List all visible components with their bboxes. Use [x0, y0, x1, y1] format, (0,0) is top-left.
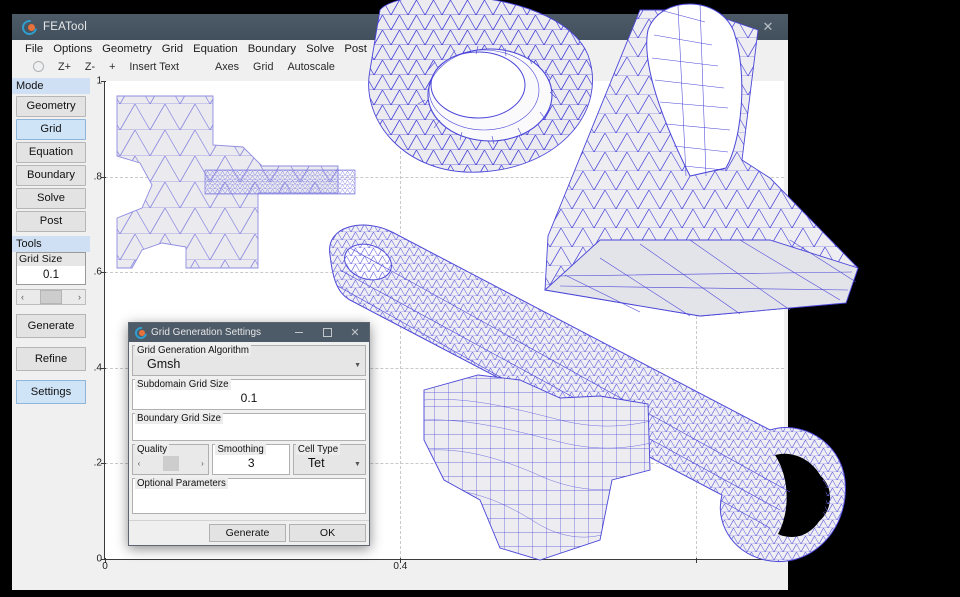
sidebar-tools-header: Tools: [12, 236, 90, 252]
smoothing-label: Smoothing: [215, 444, 266, 455]
x-tick-0: 0: [102, 561, 108, 572]
insert-text-button[interactable]: Insert Text: [122, 61, 186, 73]
sidebar-item-equation[interactable]: Equation: [16, 142, 86, 163]
rotate-icon[interactable]: [33, 61, 44, 72]
x-tick-04: 0.4: [393, 561, 408, 572]
smoothing-field[interactable]: Smoothing 3: [212, 444, 290, 475]
minimize-icon[interactable]: [668, 14, 708, 40]
sidebar-item-boundary[interactable]: Boundary: [16, 165, 86, 186]
cell-type-label: Cell Type: [295, 444, 341, 455]
chevron-down-icon[interactable]: ▼: [354, 362, 361, 369]
zoom-out-button[interactable]: Z-: [78, 61, 102, 73]
slider-thumb[interactable]: [40, 290, 62, 304]
slider-right-arrow-icon[interactable]: ›: [74, 292, 85, 302]
menu-item-boundary[interactable]: Boundary: [243, 43, 301, 55]
algorithm-label: Grid Generation Algorithm: [135, 345, 251, 356]
settings-button[interactable]: Settings: [16, 380, 86, 404]
y-tick-02: .2: [93, 457, 102, 469]
dialog-logo-icon: [132, 324, 150, 342]
dialog-footer: Generate OK: [129, 520, 369, 545]
quality-slider[interactable]: Quality ‹ ›: [132, 444, 210, 475]
autoscale-button[interactable]: Autoscale: [280, 61, 341, 73]
menu-item-solve[interactable]: Solve: [301, 43, 339, 55]
y-tick-04: .4: [93, 362, 102, 374]
featool-logo-icon: [19, 17, 40, 38]
zoom-in-button[interactable]: Z+: [51, 61, 78, 73]
sidebar-mode-header: Mode: [12, 78, 90, 94]
dialog-options-row: Quality ‹ › Smoothing 3 Cell Type Tet ▼: [132, 444, 366, 475]
grid-generation-settings-dialog: Grid Generation Settings ✕ Grid Generati…: [128, 322, 370, 546]
sidebar-item-geometry[interactable]: Geometry: [16, 96, 86, 117]
close-icon[interactable]: ✕: [748, 14, 788, 40]
dialog-title: Grid Generation Settings: [151, 327, 262, 338]
menu-item-post[interactable]: Post: [339, 43, 372, 55]
subdomain-grid-size-label: Subdomain Grid Size: [135, 379, 231, 390]
quality-right-arrow-icon[interactable]: ›: [196, 459, 208, 468]
dialog-generate-button[interactable]: Generate: [209, 524, 286, 542]
chevron-down-icon[interactable]: ▼: [354, 461, 361, 468]
boundary-grid-size-field[interactable]: Boundary Grid Size: [132, 413, 366, 441]
menu-item-equation[interactable]: Equation: [188, 43, 243, 55]
cursor-icon[interactable]: [193, 62, 201, 72]
menu-item-geometry[interactable]: Geometry: [97, 43, 157, 55]
dialog-maximize-icon[interactable]: [313, 323, 341, 342]
cell-type-select[interactable]: Cell Type Tet ▼: [292, 444, 366, 475]
axes-toggle-button[interactable]: Axes: [208, 61, 246, 73]
dialog-ok-button[interactable]: OK: [289, 524, 366, 542]
quality-label: Quality: [135, 444, 170, 455]
optional-parameters-label: Optional Parameters: [135, 478, 228, 489]
optional-parameters-field[interactable]: Optional Parameters: [132, 478, 366, 514]
window-title: FEATool: [43, 21, 88, 33]
sidebar-item-post[interactable]: Post: [16, 211, 86, 232]
quality-left-arrow-icon[interactable]: ‹: [133, 459, 145, 468]
sidebar-item-grid[interactable]: Grid: [16, 119, 86, 140]
menu-bar: File Options Geometry Grid Equation Boun…: [12, 40, 788, 57]
algorithm-select[interactable]: Grid Generation Algorithm Gmsh ▼: [132, 345, 366, 376]
grid-size-field[interactable]: Grid Size 0.1: [16, 252, 86, 285]
menu-item-help[interactable]: Help: [372, 43, 405, 55]
window-controls: ✕: [668, 14, 788, 40]
y-tick-1: 1: [96, 76, 102, 87]
subdomain-grid-size-field[interactable]: Subdomain Grid Size 0.1: [132, 379, 366, 410]
menu-item-file[interactable]: File: [20, 43, 48, 55]
boundary-grid-size-label: Boundary Grid Size: [135, 413, 223, 424]
grid-size-slider[interactable]: ‹ ›: [16, 289, 86, 305]
dialog-titlebar: Grid Generation Settings ✕: [129, 323, 369, 342]
y-tick-08: .8: [93, 171, 102, 183]
grid-size-value[interactable]: 0.1: [17, 266, 85, 284]
toolbar: Z+ Z- + Insert Text Axes Grid Autoscale: [12, 57, 788, 76]
generate-button[interactable]: Generate: [16, 314, 86, 338]
refine-button[interactable]: Refine: [16, 347, 86, 371]
slider-left-arrow-icon[interactable]: ‹: [17, 292, 28, 302]
y-tick-06: .6: [93, 266, 102, 278]
menu-item-grid[interactable]: Grid: [157, 43, 188, 55]
sidebar-item-solve[interactable]: Solve: [16, 188, 86, 209]
grid-size-label: Grid Size: [17, 253, 85, 266]
sidebar: Mode Geometry Grid Equation Boundary Sol…: [12, 76, 90, 590]
dialog-window-controls: ✕: [285, 323, 369, 342]
window-titlebar: FEATool ✕: [12, 14, 788, 40]
menu-item-options[interactable]: Options: [48, 43, 97, 55]
y-tick-0: 0: [96, 553, 102, 565]
pan-button[interactable]: +: [102, 61, 122, 73]
dialog-body: Grid Generation Algorithm Gmsh ▼ Subdoma…: [129, 342, 369, 520]
dialog-minimize-icon[interactable]: [285, 323, 313, 342]
quality-slider-thumb[interactable]: [162, 456, 179, 471]
maximize-icon[interactable]: [708, 14, 748, 40]
dialog-close-icon[interactable]: ✕: [341, 323, 369, 342]
grid-toggle-button[interactable]: Grid: [246, 61, 280, 73]
